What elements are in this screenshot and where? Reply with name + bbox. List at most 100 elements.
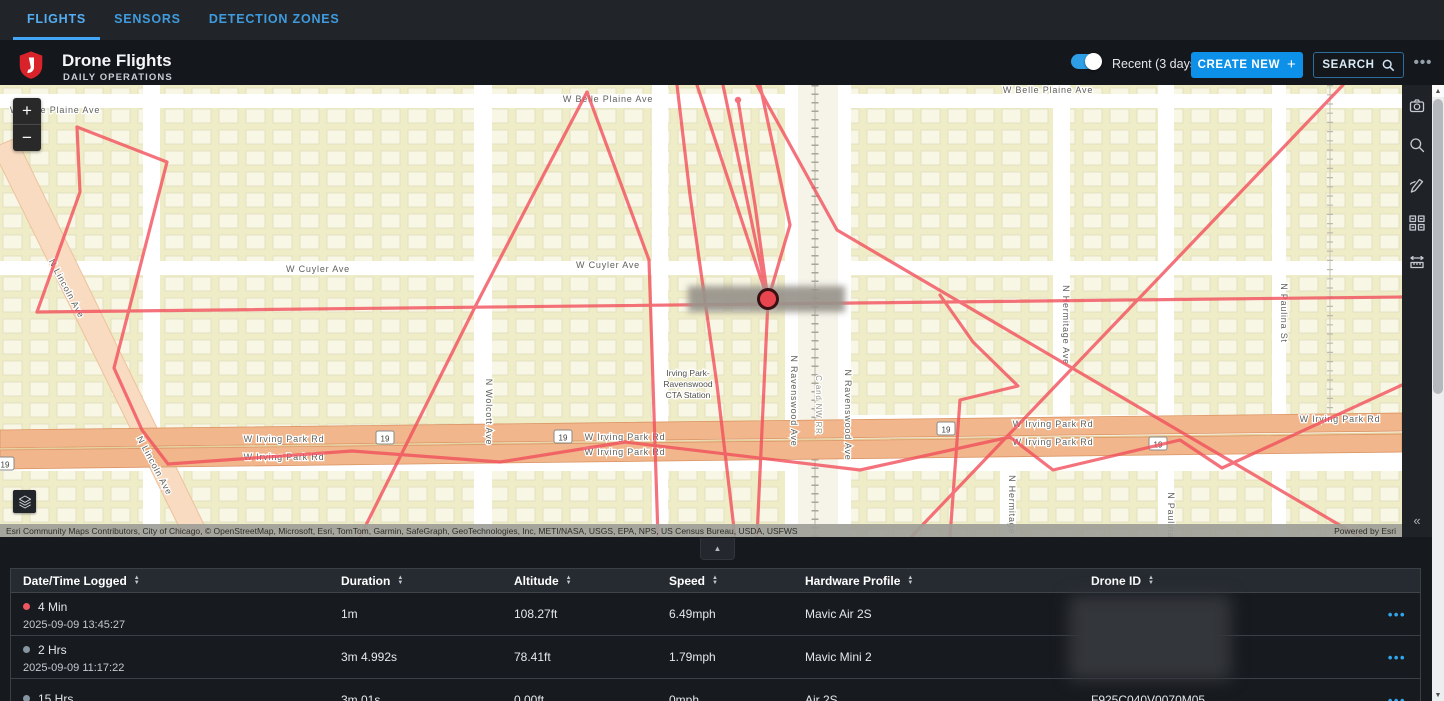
- measure-icon: [1408, 253, 1426, 271]
- table-row[interactable]: 15 Hrs 3m 01s 0.00ft 0mph Air 2S F925C04…: [11, 679, 1420, 701]
- tab-sensors[interactable]: SENSORS: [100, 0, 195, 40]
- table-collapse-tab[interactable]: ▲: [700, 538, 735, 560]
- status-dot: [23, 646, 30, 653]
- toggle-knob: [1085, 53, 1102, 70]
- tab-detection-zones[interactable]: DETECTION ZONES: [195, 0, 354, 40]
- flight-timestamp: 2025-09-09 13:45:27: [23, 619, 341, 631]
- column-header-hardware[interactable]: Hardware Profile▲▼: [805, 574, 1091, 588]
- grid-icon: [1408, 214, 1426, 232]
- flight-path-endpoint: [735, 97, 741, 103]
- svg-text:N Ravenswood Ave: N Ravenswood Ave: [843, 369, 853, 460]
- flight-altitude: 108.27ft: [514, 607, 669, 621]
- svg-text:N Wolcott Ave: N Wolcott Ave: [484, 379, 494, 446]
- flight-age: 2 Hrs: [38, 643, 67, 657]
- more-options-icon[interactable]: •••: [1410, 49, 1436, 75]
- layers-icon: [17, 494, 33, 510]
- shield-logo-icon: [16, 50, 46, 80]
- redacted-drone-ids: [1069, 595, 1231, 680]
- svg-text:CTA Station: CTA Station: [666, 390, 711, 400]
- scroll-down-icon[interactable]: ▼: [1432, 689, 1444, 701]
- app-header: Drone Flights DAILY OPERATIONS Recent (3…: [0, 40, 1444, 85]
- powered-by-esri[interactable]: Powered by Esri: [1334, 526, 1396, 536]
- svg-text:W Irving Park Rd: W Irving Park Rd: [585, 447, 666, 457]
- plus-icon: +: [1287, 56, 1296, 73]
- map-zoom-controls: + −: [13, 98, 41, 151]
- zoom-in-button[interactable]: +: [13, 98, 41, 124]
- svg-text:W Cuyler Ave: W Cuyler Ave: [286, 264, 350, 274]
- recent-toggle[interactable]: [1071, 54, 1101, 69]
- row-actions-icon[interactable]: •••: [1388, 693, 1420, 701]
- layers-button[interactable]: [13, 490, 36, 513]
- svg-text:19: 19: [381, 435, 390, 444]
- scrollbar-thumb[interactable]: [1433, 99, 1443, 394]
- zoom-out-button[interactable]: −: [13, 124, 41, 151]
- flight-age: 4 Min: [38, 600, 67, 614]
- tab-flights[interactable]: FLIGHTS: [13, 0, 100, 40]
- column-header-altitude[interactable]: Altitude▲▼: [514, 574, 669, 588]
- svg-text:19: 19: [942, 426, 951, 435]
- flight-speed: 1.79mph: [669, 650, 805, 664]
- search-icon: [1382, 59, 1395, 72]
- search-icon: [1408, 136, 1426, 154]
- flight-timestamp: 2025-09-09 11:17:22: [23, 662, 341, 674]
- flight-duration: 3m 01s: [341, 693, 514, 701]
- column-header-drone-id[interactable]: Drone ID▲▼: [1091, 574, 1381, 588]
- sort-icon[interactable]: ▲▼: [1148, 576, 1154, 586]
- page-title: Drone Flights: [62, 51, 172, 71]
- recent-toggle-label: Recent (3 days): [1112, 57, 1200, 71]
- page-scrollbar[interactable]: ▲ ▼: [1432, 85, 1444, 701]
- hardware-profile: Mavic Air 2S: [805, 607, 1091, 621]
- flight-marker[interactable]: [759, 290, 778, 309]
- flight-altitude: 0.00ft: [514, 693, 669, 701]
- svg-text:N Hermitage Ave: N Hermitage Ave: [1061, 285, 1071, 365]
- table-header-row: Date/Time Logged▲▼ Duration▲▼ Altitude▲▼…: [11, 569, 1420, 593]
- svg-text:W Belle Plaine Ave: W Belle Plaine Ave: [563, 94, 653, 104]
- sort-icon[interactable]: ▲▼: [566, 576, 572, 586]
- status-dot: [23, 695, 30, 701]
- svg-text:N Ravenswood Ave: N Ravenswood Ave: [789, 355, 799, 446]
- attribution-text: Esri Community Maps Contributors, City o…: [6, 526, 798, 536]
- sort-icon[interactable]: ▲▼: [907, 576, 913, 586]
- basemap-gallery-button[interactable]: [1402, 208, 1432, 238]
- svg-text:W Irving Park Rd: W Irving Park Rd: [1300, 414, 1381, 424]
- svg-text:Ravenswood: Ravenswood: [663, 379, 712, 389]
- svg-text:19: 19: [1, 461, 10, 470]
- row-actions-icon[interactable]: •••: [1388, 607, 1420, 622]
- svg-text:C and NW RR: C and NW RR: [814, 375, 823, 434]
- map-attribution: Esri Community Maps Contributors, City o…: [0, 524, 1402, 537]
- search-button[interactable]: SEARCH: [1313, 52, 1404, 78]
- sketch-tool-button[interactable]: [1402, 170, 1432, 200]
- flight-duration: 1m: [341, 607, 514, 621]
- svg-text:Irving Park-: Irving Park-: [666, 368, 710, 378]
- svg-text:19: 19: [559, 434, 568, 443]
- map-search-button[interactable]: [1402, 130, 1432, 160]
- svg-text:W Irving Park Rd: W Irving Park Rd: [244, 434, 325, 444]
- map-canvas[interactable]: W Belle Plaine Ave W Belle Plaine Ave W …: [0, 85, 1402, 537]
- flight-speed: 6.49mph: [669, 607, 805, 621]
- column-header-speed[interactable]: Speed▲▼: [669, 574, 805, 588]
- flight-altitude: 78.41ft: [514, 650, 669, 664]
- hardware-profile: Mavic Mini 2: [805, 650, 1091, 664]
- sort-icon[interactable]: ▲▼: [397, 576, 403, 586]
- draw-pen-icon: [1408, 176, 1426, 194]
- column-header-datetime[interactable]: Date/Time Logged▲▼: [23, 574, 341, 588]
- row-actions-icon[interactable]: •••: [1388, 650, 1420, 665]
- flights-table: Date/Time Logged▲▼ Duration▲▼ Altitude▲▼…: [10, 568, 1421, 701]
- drone-flights-app: FLIGHTS SENSORS DETECTION ZONES Drone Fl…: [0, 0, 1444, 701]
- svg-text:W Cuyler Ave: W Cuyler Ave: [576, 260, 640, 270]
- basemap-tool-button[interactable]: [1402, 91, 1432, 121]
- sort-icon[interactable]: ▲▼: [134, 576, 140, 586]
- chevron-up-icon: ▲: [714, 544, 722, 553]
- top-navigation: FLIGHTS SENSORS DETECTION ZONES: [0, 0, 1444, 40]
- svg-text:W Belle Plaine Ave: W Belle Plaine Ave: [1003, 85, 1093, 95]
- map-toolbar: «: [1402, 85, 1432, 537]
- collapse-toolbar-icon[interactable]: «: [1402, 505, 1432, 535]
- create-new-button[interactable]: CREATE NEW+: [1191, 52, 1303, 78]
- measure-tool-button[interactable]: [1402, 247, 1432, 277]
- page-subtitle: DAILY OPERATIONS: [63, 72, 173, 83]
- camera-icon: [1408, 97, 1426, 115]
- sort-icon[interactable]: ▲▼: [712, 576, 718, 586]
- scroll-up-icon[interactable]: ▲: [1432, 85, 1444, 97]
- svg-text:W Irving Park Rd: W Irving Park Rd: [1013, 437, 1094, 447]
- column-header-duration[interactable]: Duration▲▼: [341, 574, 514, 588]
